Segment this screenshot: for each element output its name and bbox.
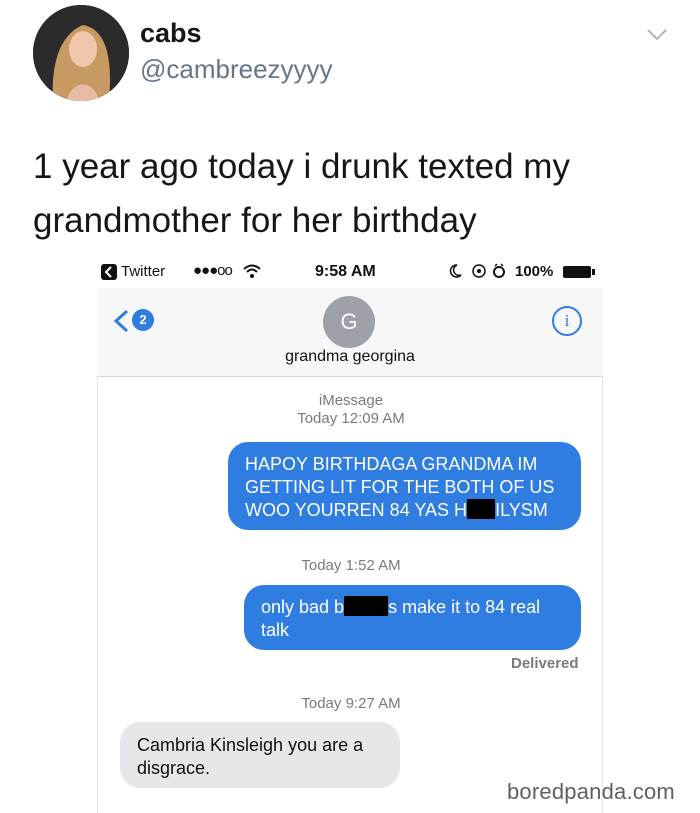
sent-message[interactable]: HAPOY BIRTHDAGA GRANDMA IM GETTING LIT F…	[228, 442, 581, 530]
timestamp: Today 9:27 AM	[301, 695, 401, 712]
display-name[interactable]: cabs	[140, 18, 202, 49]
battery-icon	[563, 266, 595, 278]
username-handle[interactable]: @cambreezyyyy	[140, 54, 333, 85]
back-to-app-icon	[101, 264, 117, 280]
watermark: boredpanda.com	[507, 779, 675, 804]
timestamp: Today 1:52 AM	[301, 557, 401, 574]
message-line: Cambria Kinsleigh you are a	[137, 735, 364, 755]
delivered-status: Delivered	[511, 655, 579, 672]
chevron-down-icon[interactable]	[646, 28, 668, 42]
contact-name[interactable]: grandma georgina	[97, 348, 603, 366]
service-label: iMessage	[318, 392, 384, 409]
message-line: talk	[261, 620, 290, 640]
timestamp: Today 12:09 AM	[297, 410, 405, 427]
message-text: ILYSM	[495, 500, 548, 520]
message-nav-bar: 2 G grandma georgina i	[97, 288, 603, 377]
status-time: 9:58 AM	[315, 263, 376, 280]
profile-avatar[interactable]	[33, 5, 129, 101]
message-text: only bad b	[261, 597, 345, 617]
message-text: WOO YOURREN 84 YAS H	[245, 500, 468, 520]
status-bar: Twitter ●●●oo 9:58 AM 100%	[97, 258, 603, 288]
tweet-text: 1 year ago today i drunk texted my grand…	[33, 147, 570, 240]
redaction-bar	[344, 596, 389, 616]
message-line: GETTING LIT FOR THE BOTH OF US	[245, 477, 555, 497]
message-line: disgrace.	[137, 758, 211, 778]
message-screenshot: Twitter ●●●oo 9:58 AM 100% 2 G grandma g…	[97, 258, 603, 813]
message-line: HAPOY BIRTHDAGA GRANDMA IM	[245, 454, 538, 474]
contact-avatar[interactable]: G	[323, 296, 375, 348]
unread-badge[interactable]: 2	[132, 309, 154, 331]
status-icons	[449, 263, 509, 282]
back-app-label: Twitter	[121, 263, 166, 280]
signal-icon: ●●●oo	[193, 262, 233, 279]
info-icon[interactable]: i	[552, 306, 582, 336]
wifi-icon	[243, 264, 261, 282]
sent-message[interactable]: only bad b s make it to 84 real talk	[244, 585, 581, 650]
message-line: WOO YOURREN 84 YAS H ILYSM	[245, 499, 548, 522]
message-text: s make it to 84 real	[388, 597, 541, 617]
message-thread: iMessage Today 12:09 AM HAPOY BIRTHDAGA …	[97, 377, 603, 813]
battery-percent: 100%	[515, 263, 554, 280]
message-line: only bad b s make it to 84 real	[261, 596, 540, 619]
received-message[interactable]: Cambria Kinsleigh you are a disgrace.	[120, 722, 400, 788]
redaction-bar	[467, 499, 496, 519]
